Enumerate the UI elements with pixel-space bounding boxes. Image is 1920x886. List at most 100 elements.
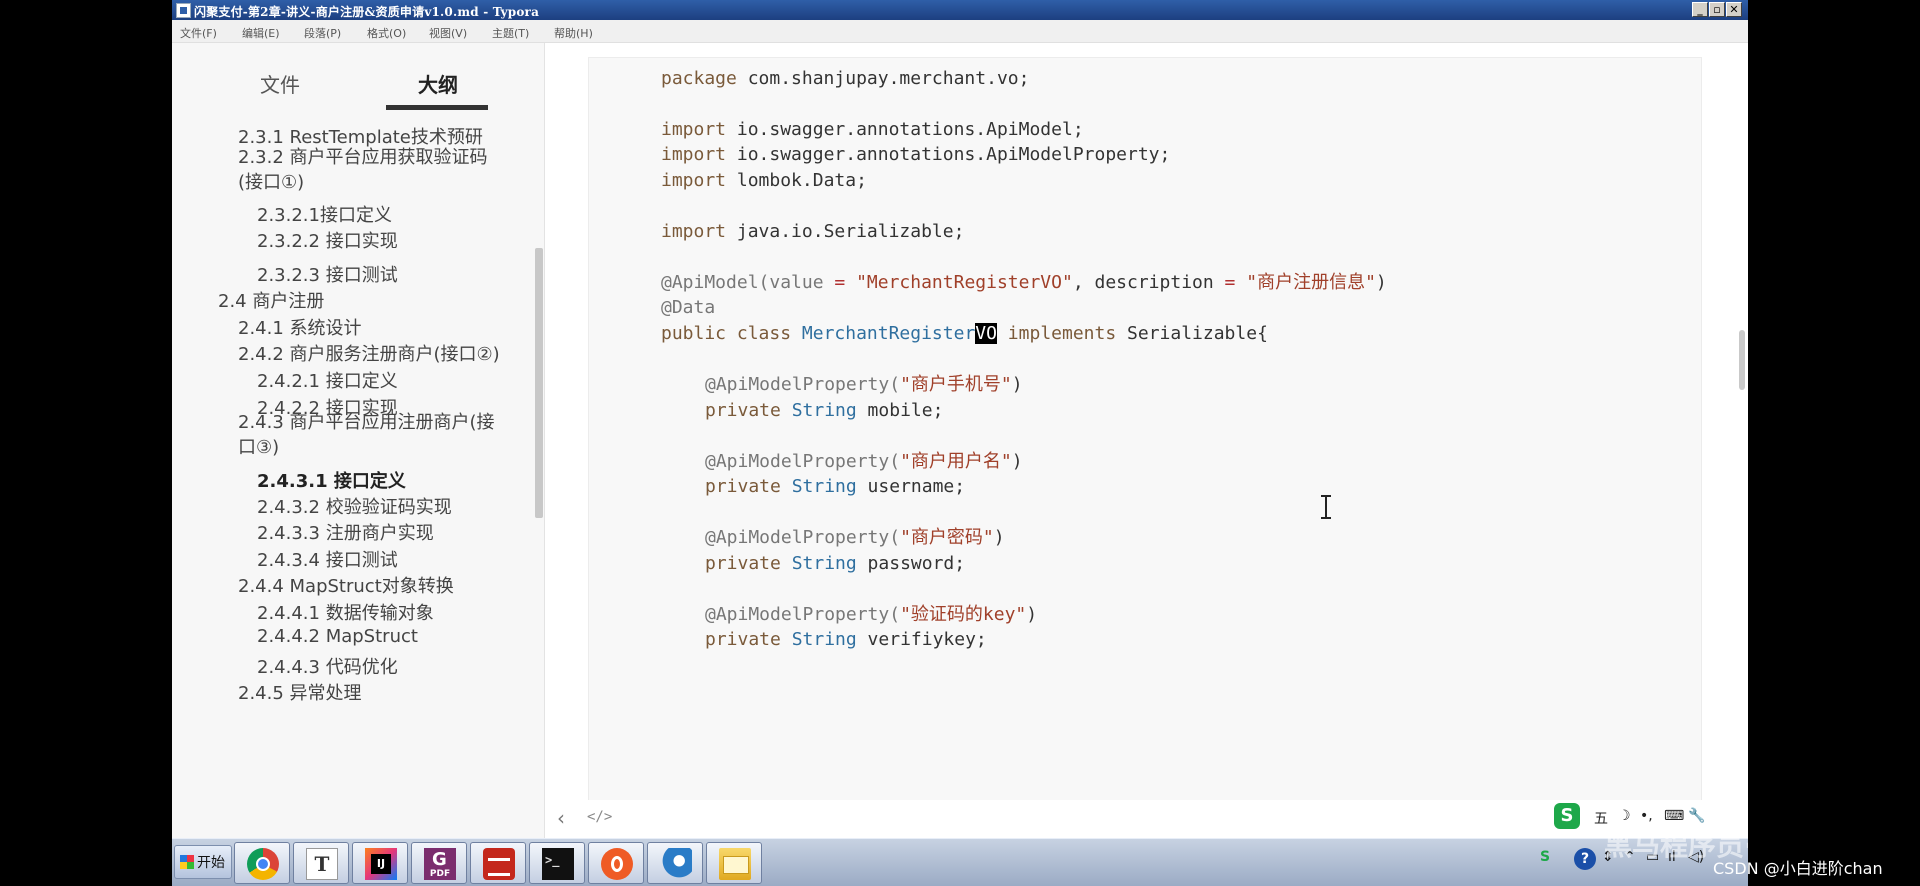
outline-item[interactable]: 2.4.2.1 接口定义: [257, 367, 398, 393]
i-beam-cursor-icon: [1319, 495, 1333, 519]
code-text: io.swagger.annotations.ApiModelProperty;: [726, 144, 1171, 165]
code-text: lombok.Data;: [726, 170, 867, 191]
editor-scrollbar[interactable]: [1739, 330, 1745, 390]
menu-view[interactable]: 视图(V): [429, 25, 467, 41]
code-line-property: @ApiModelProperty("验证码的key"): [705, 604, 1037, 626]
code-text: io.swagger.annotations.ApiModel;: [726, 119, 1084, 140]
toggle-sidebar-button[interactable]: ‹: [557, 806, 565, 830]
menu-format[interactable]: 格式(O): [367, 25, 406, 41]
code-keyword: import: [661, 221, 727, 242]
code-text: ): [1011, 451, 1023, 472]
menu-theme[interactable]: 主题(T): [492, 25, 529, 41]
outline-item[interactable]: 2.3.2.3 接口测试: [257, 261, 398, 287]
code-line-package: package com.shanjupay.merchant.vo;: [661, 68, 1029, 90]
punctuation-icon[interactable]: •,: [1640, 808, 1653, 824]
code-type: String: [780, 400, 857, 421]
wrench-icon[interactable]: 🔧: [1688, 808, 1705, 824]
sidebar-scrollbar[interactable]: [535, 248, 543, 518]
tab-files[interactable]: 文件: [260, 69, 300, 98]
taskbar-intellij[interactable]: [352, 842, 408, 884]
typora-app-icon: [176, 3, 191, 18]
taskbar-chrome[interactable]: [234, 842, 290, 884]
outline-list: 2.3.1 RestTemplate技术预研 2.3.2 商户平台应用获取验证码…: [172, 123, 544, 838]
keyboard-icon[interactable]: ⌨: [1664, 808, 1684, 824]
code-line-property: @ApiModelProperty("商户用户名"): [705, 451, 1023, 473]
code-line-field: private String username;: [705, 476, 965, 498]
active-tab-indicator: [386, 105, 488, 110]
code-annotation: @ApiModelProperty(: [705, 527, 901, 548]
title-bar: 闪聚支付-第2章-讲义-商户注册&资质申请v1.0.md - Typora _ …: [172, 0, 1748, 20]
start-button[interactable]: 开始: [174, 845, 232, 879]
close-button[interactable]: ✕: [1726, 2, 1742, 17]
menu-bar: 文件(F) 编辑(E) 段落(P) 格式(O) 视图(V) 主题(T) 帮助(H…: [172, 20, 1748, 43]
tab-outline[interactable]: 大纲: [418, 69, 458, 98]
code-line-api-model: @ApiModel(value = "MerchantRegisterVO", …: [661, 272, 1387, 294]
code-class-name: MerchantRegister: [801, 323, 976, 344]
code-annotation: @ApiModelProperty(: [705, 604, 901, 625]
outline-item[interactable]: 2.4.1 系统设计: [238, 314, 362, 340]
outline-item-active[interactable]: 2.4.3.1 接口定义: [257, 467, 406, 493]
source-code-mode-button[interactable]: </>: [587, 809, 612, 825]
minimize-button[interactable]: _: [1692, 2, 1708, 17]
taskbar-postman[interactable]: [588, 842, 644, 884]
chrome-icon: [247, 848, 279, 880]
terminal-icon: >_: [542, 848, 574, 880]
menu-edit[interactable]: 编辑(E): [242, 25, 280, 41]
outline-item[interactable]: 2.4.3.4 接口测试: [257, 546, 398, 572]
outline-item[interactable]: 2.4.3 商户平台应用注册商户(接口③): [238, 410, 508, 460]
outline-item[interactable]: 2.4.2 商户服务注册商户(接口②): [238, 340, 500, 366]
code-line-data: @Data: [661, 297, 716, 318]
redis-icon: [483, 848, 515, 880]
outline-item[interactable]: 2.4.5 异常处理: [238, 679, 362, 705]
code-type: String: [780, 629, 857, 650]
outline-item[interactable]: 2.4.4.2 MapStruct: [257, 626, 418, 647]
outline-item[interactable]: 2.4.4 MapStruct对象转换: [238, 572, 454, 598]
code-line-class: public class MerchantRegisterVO implemen…: [661, 323, 1268, 345]
code-text: mobile;: [856, 400, 944, 421]
outline-item[interactable]: 2.3.2 商户平台应用获取验证码(接口①): [238, 145, 508, 195]
code-operator: =: [1224, 272, 1236, 293]
code-line-field: private String verifiykey;: [705, 629, 987, 651]
sogou-ime-icon[interactable]: S: [1554, 803, 1580, 829]
code-string: "商户用户名": [900, 451, 1012, 472]
outline-item[interactable]: 2.4 商户注册: [218, 287, 324, 313]
outline-item[interactable]: 2.4.4.1 数据传输对象: [257, 599, 434, 625]
code-text: , description: [1072, 272, 1225, 293]
help-icon[interactable]: ?: [1574, 848, 1596, 870]
taskbar-explorer[interactable]: [706, 842, 762, 884]
code-keyword: public: [661, 323, 727, 344]
code-line-property: @ApiModelProperty("商户手机号"): [705, 374, 1023, 396]
taskbar-redis[interactable]: [470, 842, 526, 884]
menu-file[interactable]: 文件(F): [180, 25, 217, 41]
menu-help[interactable]: 帮助(H): [554, 25, 593, 41]
code-line-field: private String mobile;: [705, 400, 943, 422]
editor-area[interactable]: package com.shanjupay.merchant.vo; impor…: [545, 43, 1748, 838]
taskbar-terminal[interactable]: >_: [529, 842, 585, 884]
code-operator: =: [834, 272, 846, 293]
sogou-tray-icon[interactable]: S: [1540, 849, 1550, 865]
outline-item[interactable]: 2.3.2.1接口定义: [257, 201, 392, 227]
window-title: 闪聚支付-第2章-讲义-商户注册&资质申请v1.0.md - Typora: [194, 5, 540, 19]
outline-item[interactable]: 2.4.3.3 注册商户实现: [257, 519, 434, 545]
typora-icon: T: [306, 848, 338, 880]
mysql-icon: [660, 848, 692, 880]
code-annotation: @ApiModelProperty(: [705, 374, 901, 395]
code-text: password;: [856, 553, 966, 574]
taskbar-mysql[interactable]: [647, 842, 703, 884]
code-block[interactable]: package com.shanjupay.merchant.vo; impor…: [588, 57, 1702, 838]
code-string: "商户手机号": [900, 374, 1012, 395]
sidebar: 文件 大纲 2.3.1 RestTemplate技术预研 2.3.2 商户平台应…: [172, 43, 545, 838]
outline-item[interactable]: 2.4.4.3 代码优化: [257, 653, 398, 679]
taskbar-typora[interactable]: T: [293, 842, 349, 884]
maximize-button[interactable]: ▫: [1709, 2, 1725, 17]
taskbar-pdf[interactable]: PDF: [411, 842, 467, 884]
outline-item[interactable]: 2.3.2.2 接口实现: [257, 227, 398, 253]
code-text: com.shanjupay.merchant.vo;: [736, 68, 1030, 89]
code-text: Serializable{: [1116, 323, 1268, 344]
code-text: verifiykey;: [856, 629, 987, 650]
outline-item[interactable]: 2.4.3.2 校验验证码实现: [257, 493, 452, 519]
code-text: ): [993, 527, 1005, 548]
menu-paragraph[interactable]: 段落(P): [304, 25, 341, 41]
app-screen: 闪聚支付-第2章-讲义-商户注册&资质申请v1.0.md - Typora _ …: [172, 0, 1748, 886]
moon-icon[interactable]: ☽: [1618, 808, 1631, 824]
